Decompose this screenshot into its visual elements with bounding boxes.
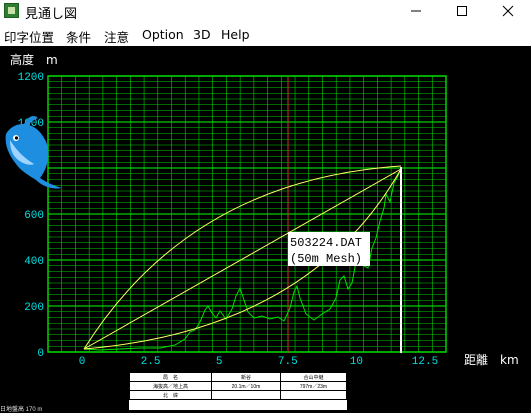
maximize-button[interactable] [439,0,485,22]
menu-print-position[interactable]: 印字位置 [4,27,54,46]
x-tick-label: 0 [79,356,86,368]
table-header-cell: 合山中継 [279,372,347,382]
menu-conditions[interactable]: 条件 [66,27,91,46]
table-header-row: 局 名 新谷 合山中継 [129,372,347,382]
table-header-cell: 局 名 [129,372,212,382]
x-axis-ticks: 0 2.5 5 7.5 10 12.5 [79,356,439,368]
y-tick-label: 400 [24,256,44,268]
menu-bar: 印字位置 条件 注意 Option 3D Help [0,22,531,46]
table-row: 海抜高／地上高 20.1m／10m 797m／23m [129,381,347,391]
menu-option[interactable]: Option [142,27,184,42]
mesh-label: (50m Mesh) [290,252,362,266]
minimize-icon [411,10,421,12]
x-tick-label: 7.5 [278,356,298,368]
x-tick-label: 12.5 [412,356,438,368]
y-tick-label: 600 [24,210,44,222]
maximize-icon [457,6,467,16]
x-tick-label: 5 [216,356,223,368]
table-cell: 20.1m／10m [211,381,281,391]
app-icon [4,3,19,18]
y-axis-label: 高度 m [10,52,58,67]
window-title: 見通し図 [25,7,78,22]
title-bar: 見通し図 [0,0,531,22]
close-icon [502,5,514,17]
table-cell [279,390,347,400]
table-cell: 海抜高／地上高 [129,381,212,391]
y-tick-label: 0 [37,348,44,360]
x-axis-label: 距離 km [464,353,519,367]
dolphin-mascot-icon [5,116,62,189]
line-of-sight-chart: 高度 m 020040060080010001200 02.557.51012.… [10,52,519,368]
menu-notes[interactable]: 注意 [104,27,129,46]
file-name-label: 503224.DAT [290,236,362,250]
grid [47,75,447,353]
menu-help[interactable]: Help [221,27,250,42]
x-tick-label: 2.5 [141,356,161,368]
table-row: 北 緯 [129,390,347,400]
table-cell: 797m／23m [279,381,347,391]
y-tick-label: 200 [24,302,44,314]
table-cell [211,390,281,400]
y-tick-label: 1200 [18,72,44,84]
x-tick-label: 10 [350,356,363,368]
close-button[interactable] [485,0,531,22]
minimize-button[interactable] [393,0,439,22]
station-info-table: 局 名 新谷 合山中継 海抜高／地上高 20.1m／10m 797m／23m 北… [128,371,348,411]
table-header-cell: 新谷 [211,372,281,382]
table-cell: 北 緯 [129,390,212,400]
menu-3d[interactable]: 3D [193,27,211,42]
